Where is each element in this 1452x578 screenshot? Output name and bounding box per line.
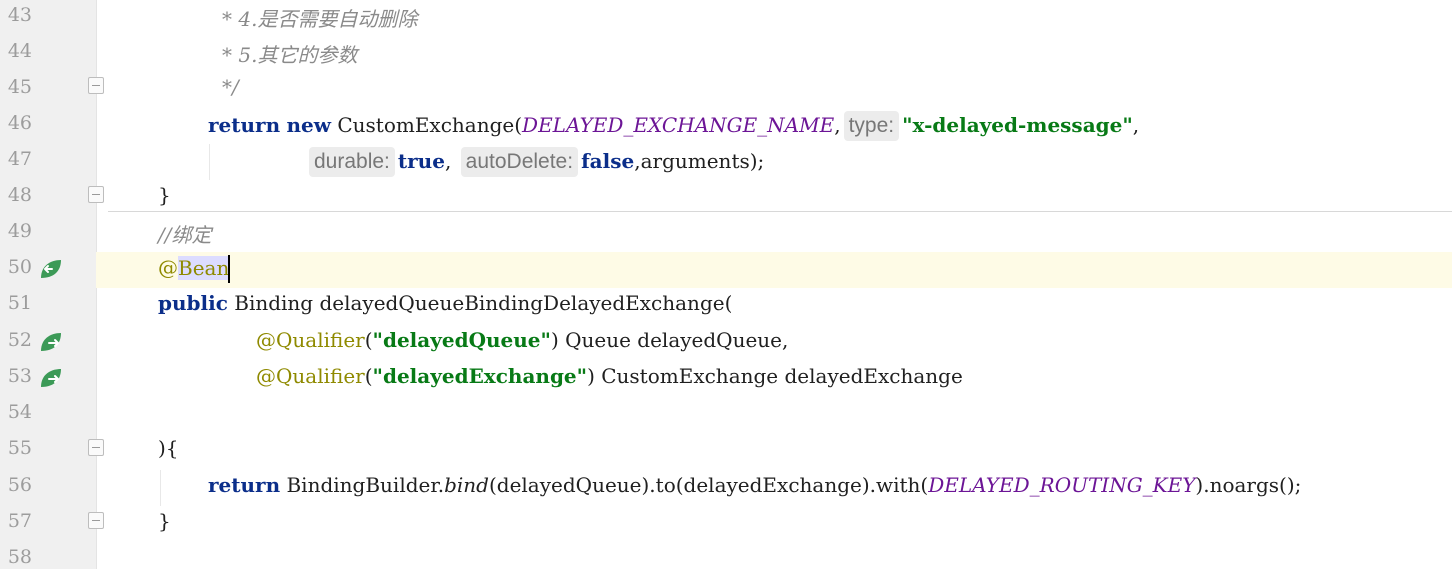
code-line-55[interactable]: 55 ){ (0, 433, 1452, 469)
code-line-46[interactable]: 46 return new CustomExchange(DELAYED_EXC… (0, 108, 1452, 144)
line-number: 55 (7, 437, 32, 459)
line-comment: //绑定 (158, 223, 212, 247)
line-number: 54 (7, 401, 32, 423)
fold-marker-icon[interactable] (88, 439, 104, 456)
constant: DELAYED_EXCHANGE_NAME (522, 113, 835, 137)
line-number: 48 (7, 184, 32, 206)
fold-marker-icon[interactable] (88, 77, 104, 94)
code-line-54[interactable]: 54 (0, 397, 1452, 433)
line-number: 50 (7, 256, 32, 278)
line-number: 43 (7, 4, 32, 26)
line-number: 52 (7, 329, 32, 351)
line-number: 51 (7, 292, 32, 314)
code-line-58[interactable]: 58 (0, 542, 1452, 578)
string-literal: "delayedQueue" (372, 328, 551, 352)
keyword-false: false (581, 149, 635, 173)
code-line-57[interactable]: 57 } (0, 506, 1452, 542)
code-line-49[interactable]: 49 //绑定 (0, 216, 1452, 252)
spring-bean-navigate-icon[interactable] (38, 367, 64, 389)
text-caret (228, 255, 231, 283)
method-signature: Binding delayedQueueBindingDelayedExchan… (227, 291, 733, 315)
string-literal: "delayedExchange" (372, 364, 588, 388)
qualifier-annotation: @Qualifier (256, 364, 365, 388)
code-line-50[interactable]: 50 @Bean (0, 252, 1452, 289)
code-line-47[interactable]: 47 durable: true, autoDelete: false,argume… (0, 144, 1452, 180)
string-literal: "x-delayed-message" (902, 113, 1133, 137)
qualifier-annotation: @Qualifier (256, 328, 365, 352)
method-separator (108, 211, 1452, 212)
line-number: 45 (7, 76, 32, 98)
constant: DELAYED_ROUTING_KEY (928, 473, 1196, 497)
code-line-56[interactable]: 56 return BindingBuilder.bind(delayedQue… (0, 470, 1452, 506)
javadoc-comment: * 4.是否需要自动删除 (222, 7, 418, 31)
code-line-51[interactable]: 51 public Binding delayedQueueBindingDel… (0, 288, 1452, 324)
code-line-53[interactable]: 53 @Qualifier("delayedExchange") CustomE… (0, 361, 1452, 397)
code-line-44[interactable]: 44 * 5.其它的参数 (0, 36, 1452, 72)
code-editor[interactable]: 43 * 4.是否需要自动删除 44 * 5.其它的参数 45 */ 46 re… (0, 0, 1452, 569)
line-number: 53 (7, 365, 32, 387)
line-number: 44 (7, 40, 32, 62)
line-number: 57 (7, 510, 32, 532)
code-line-52[interactable]: 52 @Qualifier("delayedQueue") Queue dela… (0, 325, 1452, 361)
javadoc-comment: */ (222, 75, 239, 99)
static-method: bind (444, 473, 489, 497)
fold-marker-icon[interactable] (88, 186, 104, 203)
annotation-at: @ (158, 255, 178, 280)
keyword-new: new (286, 113, 331, 137)
fold-marker-icon[interactable] (88, 512, 104, 529)
parameter-hint: type: (843, 111, 900, 141)
class-name: CustomExchange( (337, 113, 523, 137)
line-number: 46 (7, 112, 32, 134)
line-number: 58 (7, 546, 32, 568)
parameter-hint: durable: (309, 147, 395, 177)
line-number: 56 (7, 474, 32, 496)
code-line-45[interactable]: 45 */ (0, 72, 1452, 108)
line-number: 49 (7, 220, 32, 242)
keyword-public: public (158, 291, 228, 315)
code-line-43[interactable]: 43 * 4.是否需要自动删除 (0, 0, 1452, 36)
spring-bean-icon[interactable] (38, 258, 64, 280)
annotation-bean: Bean (178, 255, 230, 280)
spring-bean-navigate-icon[interactable] (38, 331, 64, 353)
line-number: 47 (7, 148, 32, 170)
keyword-return: return (208, 473, 281, 497)
javadoc-comment: * 5.其它的参数 (222, 43, 358, 67)
keyword-return: return (208, 113, 281, 137)
parameter-hint: autoDelete: (460, 147, 579, 177)
keyword-true: true (397, 149, 445, 173)
